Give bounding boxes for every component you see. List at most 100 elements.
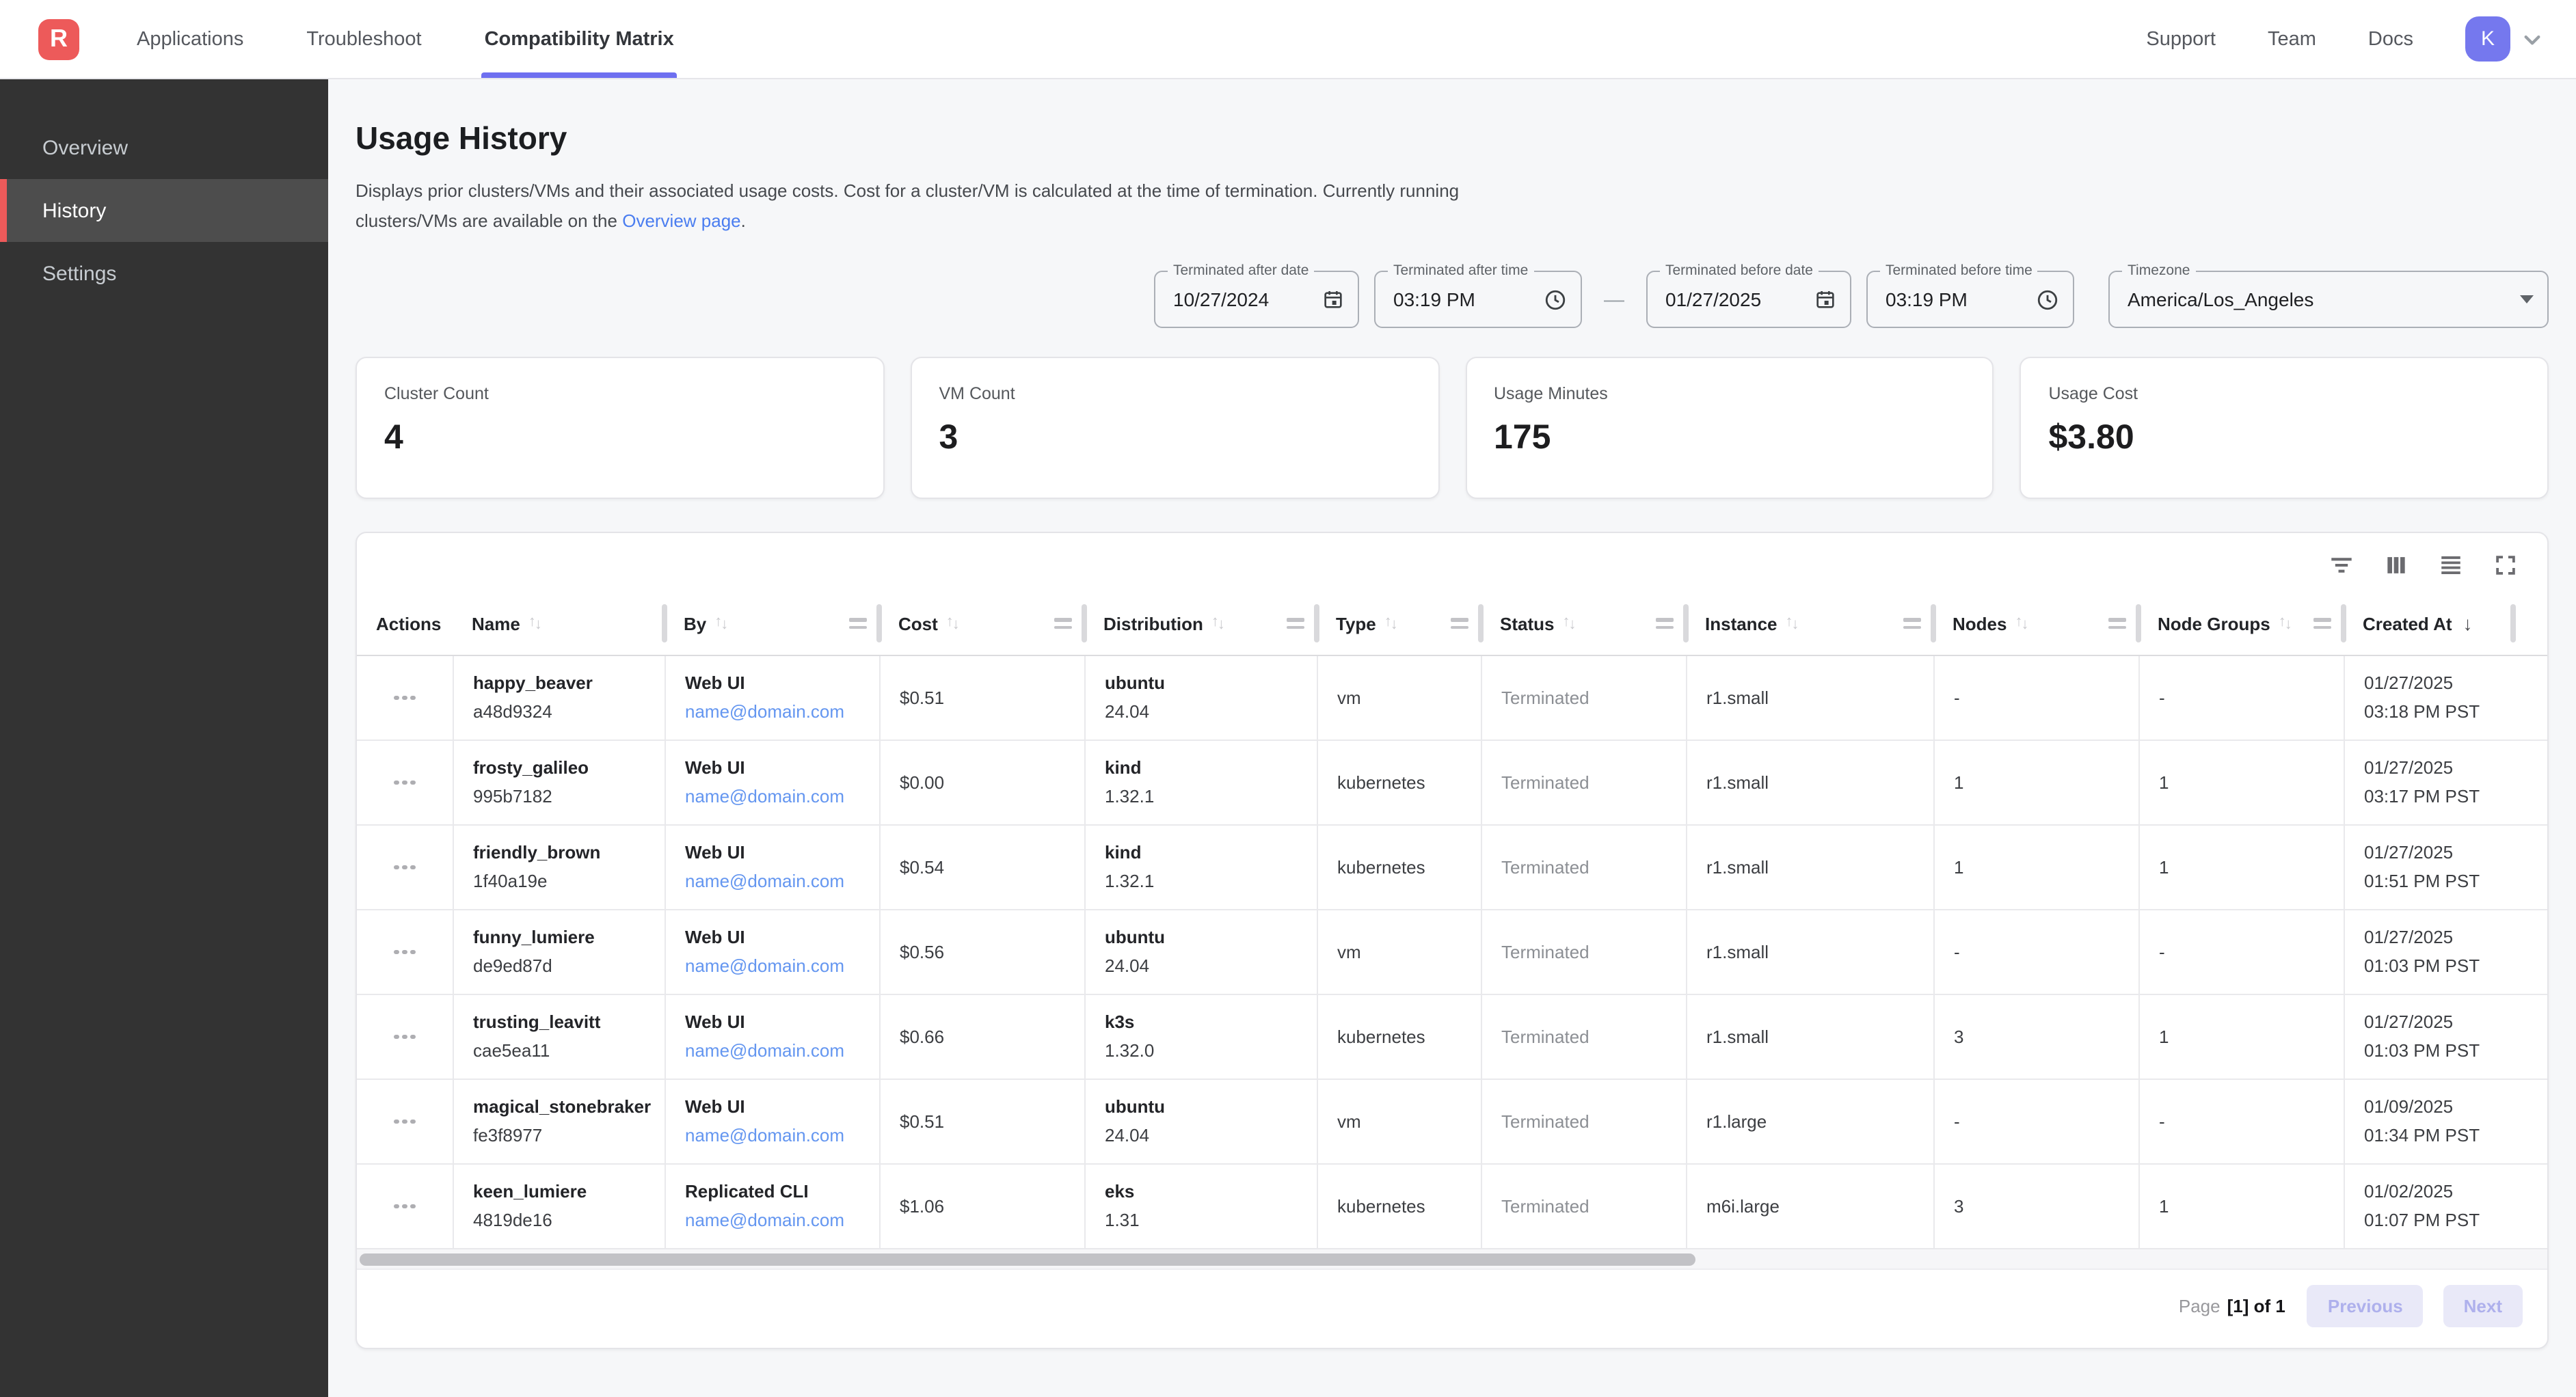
cell-status: Terminated xyxy=(1481,656,1686,740)
sort-icon: ↑↓ xyxy=(2015,614,2028,633)
email-link[interactable]: name@domain.com xyxy=(685,1210,868,1232)
column-drag-handle-icon[interactable] xyxy=(1903,618,1921,629)
chevron-down-icon[interactable] xyxy=(2521,28,2543,50)
cell-text: $0.66 xyxy=(900,1026,1073,1048)
column-divider[interactable] xyxy=(876,604,882,642)
terminated-after-date-field[interactable]: Terminated after date 10/27/2024 xyxy=(1154,271,1359,328)
terminated-after-time-field[interactable]: Terminated after time 03:19 PM xyxy=(1374,271,1582,328)
overview-page-link[interactable]: Overview page xyxy=(622,211,740,231)
column-header-instance[interactable]: Instance↑↓ xyxy=(1686,592,1933,655)
column-divider[interactable] xyxy=(2136,604,2141,642)
column-divider[interactable] xyxy=(1314,604,1319,642)
cell-name: happy_beavera48d9324 xyxy=(453,656,665,740)
cell-text: r1.small xyxy=(1706,1026,1922,1048)
previous-page-button[interactable]: Previous xyxy=(2307,1285,2424,1327)
column-drag-handle-icon[interactable] xyxy=(849,618,867,629)
cell-text: Web UI xyxy=(685,842,868,865)
column-drag-handle-icon[interactable] xyxy=(2313,618,2331,629)
column-header-type[interactable]: Type↑↓ xyxy=(1317,592,1481,655)
cell-text: 01/09/2025 xyxy=(2364,1096,2547,1119)
nav-tab-compatibility-matrix[interactable]: Compatibility Matrix xyxy=(485,0,674,78)
nav-tab-troubleshoot[interactable]: Troubleshoot xyxy=(306,0,421,78)
sidebar-item-history[interactable]: History xyxy=(0,179,328,242)
timezone-select[interactable]: Timezone America/Los_Angeles xyxy=(2108,271,2549,328)
column-header-name[interactable]: Name↑↓ xyxy=(453,592,665,655)
row-actions-button[interactable] xyxy=(386,1027,424,1048)
terminated-before-date-field[interactable]: Terminated before date 01/27/2025 xyxy=(1646,271,1851,328)
replicated-logo[interactable]: R xyxy=(38,18,79,59)
row-actions-button[interactable] xyxy=(386,688,424,709)
cell-text: 01/02/2025 xyxy=(2364,1181,2547,1204)
column-header-nodes[interactable]: Nodes↑↓ xyxy=(1933,592,2138,655)
cell-nodes: 3 xyxy=(1933,1165,2138,1248)
cell-text: - xyxy=(1954,941,2128,964)
cell-instance: r1.large xyxy=(1686,1080,1933,1163)
nav-tab-applications[interactable]: Applications xyxy=(137,0,243,78)
column-header-cost[interactable]: Cost↑↓ xyxy=(879,592,1084,655)
sidebar-item-settings[interactable]: Settings xyxy=(0,242,328,305)
fullscreen-icon[interactable] xyxy=(2493,552,2519,578)
cell-name: trusting_leavittcae5ea11 xyxy=(453,995,665,1079)
cell-text: 1 xyxy=(1954,856,2128,879)
horizontal-scrollbar[interactable] xyxy=(357,1249,2547,1269)
cell-text: r1.small xyxy=(1706,687,1922,709)
column-header-distribution[interactable]: Distribution↑↓ xyxy=(1084,592,1317,655)
cell-actions xyxy=(357,910,453,994)
account-menu[interactable]: K xyxy=(2465,16,2543,62)
column-drag-handle-icon[interactable] xyxy=(1287,618,1304,629)
cell-text: 01:03 PM PST xyxy=(2364,1040,2547,1063)
column-divider[interactable] xyxy=(1683,604,1689,642)
cell-text: Terminated xyxy=(1501,687,1675,709)
row-actions-button[interactable] xyxy=(386,1111,424,1132)
column-drag-handle-icon[interactable] xyxy=(2108,618,2126,629)
cell-distribution: ubuntu24.04 xyxy=(1084,656,1317,740)
column-header-node_groups[interactable]: Node Groups↑↓ xyxy=(2138,592,2344,655)
nav-link-docs[interactable]: Docs xyxy=(2368,28,2413,50)
cell-by: Web UIname@domain.com xyxy=(665,910,879,994)
row-actions-button[interactable] xyxy=(386,857,424,878)
terminated-before-time-field[interactable]: Terminated before time 03:19 PM xyxy=(1866,271,2074,328)
column-drag-handle-icon[interactable] xyxy=(1054,618,1072,629)
calendar-icon[interactable] xyxy=(1309,288,1344,310)
cell-distribution: kind1.32.1 xyxy=(1084,826,1317,909)
column-header-by[interactable]: By↑↓ xyxy=(665,592,879,655)
row-actions-button[interactable] xyxy=(386,1196,424,1217)
avatar[interactable]: K xyxy=(2465,16,2510,62)
email-link[interactable]: name@domain.com xyxy=(685,955,868,978)
cell-text: - xyxy=(1954,687,2128,709)
filter-icon[interactable] xyxy=(2329,552,2354,578)
cell-text: r1.small xyxy=(1706,856,1922,879)
next-page-button[interactable]: Next xyxy=(2443,1285,2523,1327)
column-divider[interactable] xyxy=(1082,604,1087,642)
column-divider[interactable] xyxy=(1931,604,1936,642)
nav-link-team[interactable]: Team xyxy=(2268,28,2316,50)
cell-node_groups: 1 xyxy=(2138,741,2344,824)
row-actions-button[interactable] xyxy=(386,942,424,963)
density-icon[interactable] xyxy=(2438,552,2464,578)
column-drag-handle-icon[interactable] xyxy=(1451,618,1468,629)
calendar-icon[interactable] xyxy=(1801,288,1836,310)
row-actions-button[interactable] xyxy=(386,772,424,794)
cell-text: 1 xyxy=(2159,1026,2333,1048)
column-header-status[interactable]: Status↑↓ xyxy=(1481,592,1686,655)
column-drag-handle-icon[interactable] xyxy=(1656,618,1674,629)
horizontal-scrollbar-thumb[interactable] xyxy=(360,1253,1695,1265)
column-divider[interactable] xyxy=(1478,604,1484,642)
cell-text: eks xyxy=(1105,1181,1306,1204)
column-divider[interactable] xyxy=(2341,604,2346,642)
sidebar-item-overview[interactable]: Overview xyxy=(0,116,328,179)
cell-text: $1.06 xyxy=(900,1195,1073,1218)
email-link[interactable]: name@domain.com xyxy=(685,1040,868,1063)
cell-name: magical_stonebrakerfe3f8977 xyxy=(453,1080,665,1163)
cell-text: 24.04 xyxy=(1105,701,1306,724)
email-link[interactable]: name@domain.com xyxy=(685,786,868,809)
column-divider[interactable] xyxy=(2510,604,2516,642)
nav-link-support[interactable]: Support xyxy=(2146,28,2216,50)
clock-icon[interactable] xyxy=(1530,288,1567,311)
email-link[interactable]: name@domain.com xyxy=(685,1125,868,1148)
email-link[interactable]: name@domain.com xyxy=(685,701,868,724)
email-link[interactable]: name@domain.com xyxy=(685,871,868,893)
column-divider[interactable] xyxy=(662,604,667,642)
columns-icon[interactable] xyxy=(2383,552,2409,578)
clock-icon[interactable] xyxy=(2022,288,2059,311)
